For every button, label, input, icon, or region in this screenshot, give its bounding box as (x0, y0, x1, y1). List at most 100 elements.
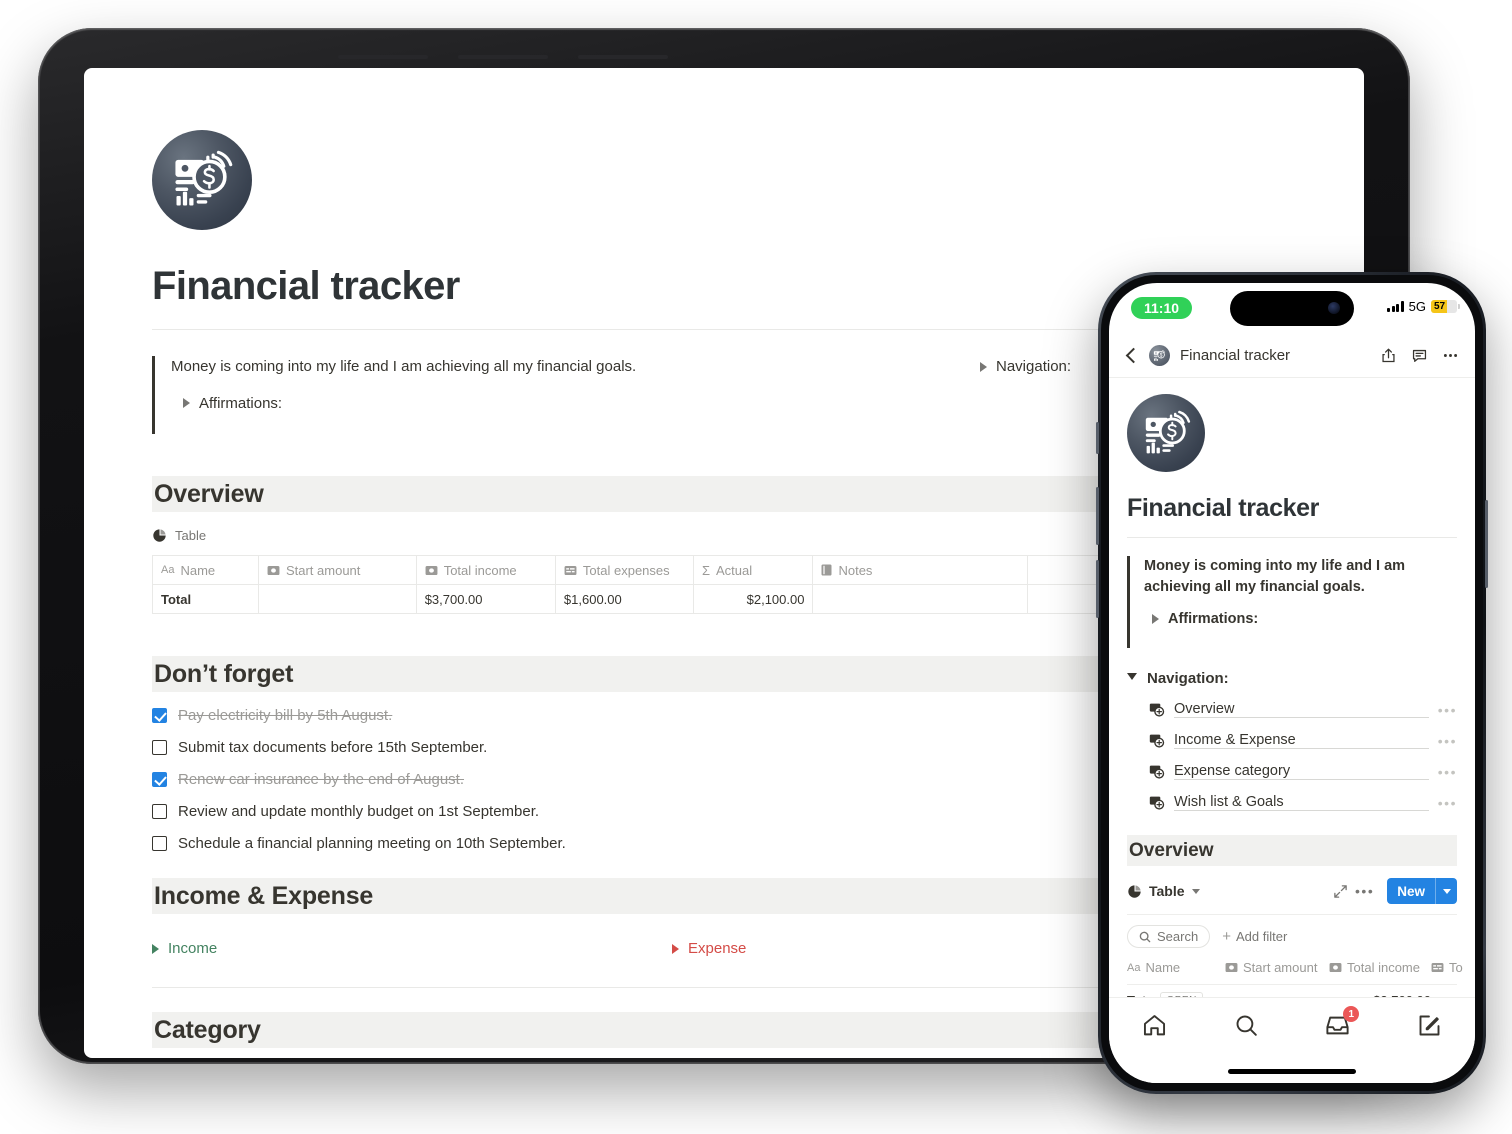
home-indicator (1228, 1069, 1356, 1074)
battery-cap (1458, 304, 1460, 309)
phone-power-button (1485, 500, 1488, 588)
todo-label: Renew car insurance by the end of August… (178, 771, 465, 788)
category-heading: Category (154, 1015, 261, 1044)
front-camera-icon (1328, 302, 1340, 314)
text-icon: Aa (161, 564, 175, 576)
income-expense-heading: Income & Expense (154, 881, 374, 910)
pie-chart-icon (153, 529, 166, 542)
search-icon (1236, 1015, 1257, 1036)
sidebar-item-expense-category[interactable]: Expense category ••• (1127, 763, 1457, 780)
column-label: Notes (838, 562, 873, 578)
more-icon[interactable]: ••• (1438, 795, 1457, 811)
cell-actual[interactable]: $2,100.00 (692, 584, 814, 614)
cell-notes[interactable] (812, 584, 1028, 614)
phone-navigation-toggle[interactable]: Navigation: (1127, 670, 1457, 687)
home-icon (1144, 1015, 1166, 1036)
column-label: Name (180, 562, 216, 578)
money-chart-icon (175, 150, 233, 206)
inbox-tab[interactable]: 1 (1324, 1006, 1360, 1039)
phone-page-icon[interactable] (1127, 394, 1205, 472)
column-header-start-amount[interactable]: Start amount (257, 555, 417, 585)
phone-column-header-start-amount[interactable]: Start amount (1225, 960, 1329, 975)
battery-percent-label: 57 (1434, 301, 1446, 312)
checkbox-checked-icon[interactable] (152, 708, 167, 723)
phone-column-header-total-income[interactable]: Total income (1329, 960, 1431, 975)
search-tab[interactable] (1233, 1012, 1260, 1039)
new-page-tab[interactable] (1416, 1012, 1443, 1039)
notes-icon (821, 564, 832, 576)
column-header-total-expenses[interactable]: Total expenses (554, 555, 694, 585)
column-header-name[interactable]: Aa Name (152, 555, 259, 585)
sidebar-item-label: Income & Expense (1174, 732, 1429, 749)
chevron-down-icon[interactable] (1191, 888, 1200, 894)
more-icon[interactable] (1442, 347, 1459, 364)
cellular-signal-icon (1387, 301, 1404, 312)
page-icon-small (1149, 344, 1170, 366)
cell-total-income[interactable]: $3,700.00 (415, 584, 556, 614)
checkbox-icon[interactable] (152, 740, 167, 755)
sidebar-item-label: Expense category (1174, 763, 1429, 780)
phone-affirmations-toggle[interactable]: Affirmations: (1144, 611, 1457, 627)
checkbox-checked-icon[interactable] (152, 772, 167, 787)
overview-heading: Overview (154, 479, 264, 508)
search-input[interactable]: Search (1127, 925, 1211, 948)
phone-view-name[interactable]: Table (1149, 883, 1185, 899)
comment-icon[interactable] (1411, 347, 1428, 364)
column-label: Total expenses (582, 562, 670, 578)
sidebar-item-overview[interactable]: Overview ••• (1127, 701, 1457, 718)
checkbox-icon[interactable] (152, 804, 167, 819)
money-icon (267, 565, 280, 575)
checkbox-icon[interactable] (152, 836, 167, 851)
more-icon[interactable]: ••• (1438, 702, 1457, 718)
phone-affirmation-quote: Money is coming into my life and I am ac… (1127, 556, 1457, 648)
column-header-actual[interactable]: Σ Actual (692, 555, 814, 585)
expand-icon[interactable] (1333, 884, 1348, 899)
navigation-toggle[interactable]: Navigation: (980, 358, 1071, 375)
cell-start-amount[interactable] (257, 584, 417, 614)
phone-column-header-name[interactable]: Aa Name (1127, 960, 1225, 975)
toolbar-divider (1127, 914, 1457, 915)
income-toggle[interactable]: Income (152, 940, 672, 957)
navigation-toggle-column: Navigation: (980, 356, 1071, 434)
chevron-right-icon (152, 943, 159, 954)
tablet-top-button-3 (578, 55, 668, 59)
phone-section-header-overview: Overview (1127, 835, 1457, 866)
phone-overview-heading: Overview (1129, 839, 1214, 861)
tablet-top-button-2 (458, 55, 548, 59)
add-filter-button[interactable]: + Add filter (1222, 929, 1287, 944)
share-icon[interactable] (1380, 347, 1397, 364)
new-button-dropdown[interactable] (1435, 878, 1457, 904)
rollup-icon (1431, 962, 1444, 973)
affirmations-toggle[interactable]: Affirmations: (171, 395, 812, 412)
money-icon (1225, 962, 1238, 973)
sidebar-item-income-expense[interactable]: Income & Expense ••• (1127, 732, 1457, 749)
money-chart-icon (1153, 349, 1165, 361)
more-icon[interactable]: ••• (1438, 764, 1457, 780)
more-icon[interactable]: ••• (1438, 733, 1457, 749)
column-label: Total income (1347, 960, 1420, 975)
phone-column-header-total-expenses[interactable]: To (1431, 960, 1471, 975)
chevron-left-icon[interactable] (1125, 347, 1142, 363)
plus-icon: + (1222, 928, 1231, 945)
cell-total-expenses[interactable]: $1,600.00 (554, 584, 694, 614)
phone-volume-down-button (1096, 560, 1099, 618)
chevron-down-icon (1127, 672, 1137, 685)
phone-page-title: Financial tracker (1180, 346, 1291, 364)
quote-text: Money is coming into my life and I am ac… (171, 358, 637, 375)
phone-filter-row: Search + Add filter (1127, 925, 1457, 948)
phone-title-divider (1127, 537, 1457, 538)
more-icon[interactable]: ••• (1355, 883, 1374, 899)
expense-toggle[interactable]: Expense (672, 940, 746, 957)
column-header-total-income[interactable]: Total income (415, 555, 556, 585)
column-label: To (1449, 960, 1463, 975)
new-button[interactable]: New (1387, 878, 1457, 904)
network-type-label: 5G (1408, 299, 1426, 314)
navigation-label: Navigation: (996, 358, 1072, 375)
column-header-notes[interactable]: Notes (812, 555, 1028, 585)
phone-screen: 11:10 5G 57 Financial tracker Financial … (1109, 283, 1475, 1083)
formula-icon: Σ (701, 562, 710, 578)
sidebar-item-wish-list-goals[interactable]: Wish list & Goals ••• (1127, 794, 1457, 811)
home-tab[interactable] (1141, 1012, 1168, 1039)
page-icon[interactable] (152, 130, 252, 230)
cell-name[interactable]: Total (152, 584, 259, 614)
